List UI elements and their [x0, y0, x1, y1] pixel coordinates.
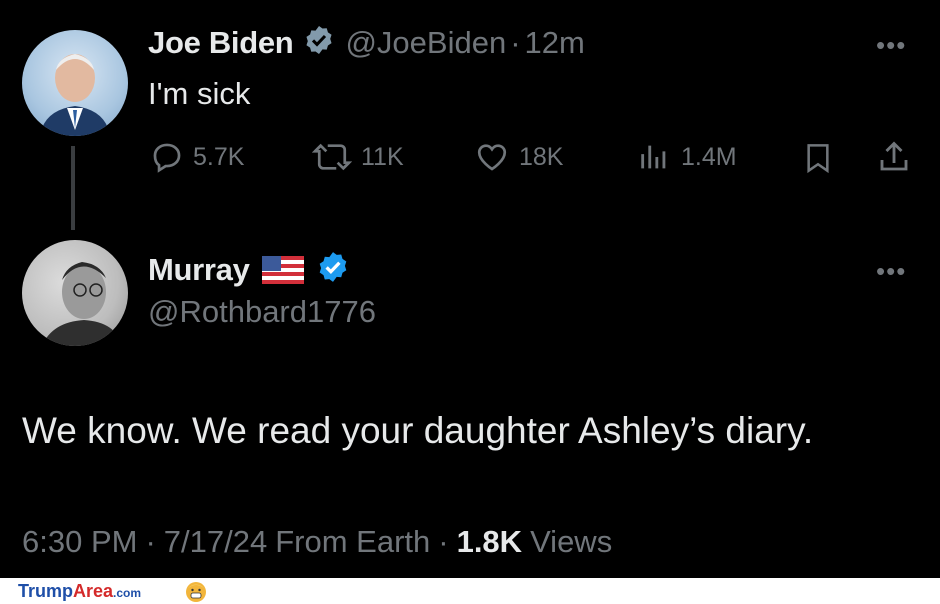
tweet1-author-name[interactable]: Joe Biden — [148, 25, 294, 61]
tweet2-time[interactable]: 6:30 PM — [22, 524, 137, 560]
verified-gray-badge-icon — [303, 24, 335, 61]
watermark-trump: Trump — [18, 581, 74, 601]
views-count: 1.4M — [681, 142, 737, 171]
like-count: 18K — [519, 142, 564, 171]
tweet1-header: Joe Biden @JoeBiden · 12m — [148, 24, 585, 61]
avatar-joe-biden[interactable] — [22, 30, 128, 136]
share-button[interactable] — [876, 138, 912, 181]
trump-face-icon — [186, 582, 206, 602]
avatar-murray-image — [42, 262, 122, 346]
tweet2-views-label: Views — [530, 524, 613, 559]
verified-blue-badge-icon — [316, 250, 350, 289]
meta-separator-1: · — [145, 524, 156, 559]
retweet-icon — [312, 143, 352, 171]
reply-count: 5.7K — [193, 142, 245, 171]
tweet1-time[interactable]: 12m — [525, 25, 585, 61]
views-button[interactable]: 1.4M — [636, 140, 737, 174]
tweet1-handle[interactable]: @JoeBiden — [345, 25, 506, 61]
retweet-button[interactable]: 11K — [312, 140, 404, 174]
watermark-area: Area — [73, 581, 114, 601]
reply-button[interactable]: 5.7K — [150, 140, 244, 174]
share-icon — [880, 141, 908, 171]
watermark-bar: TrumpArea.com — [0, 578, 940, 604]
watermark-logo[interactable]: TrumpArea.com — [18, 581, 141, 602]
meta-separator-2: · — [438, 524, 449, 559]
tweet2-views-count: 1.8K — [456, 524, 523, 559]
bookmark-button[interactable] — [802, 140, 834, 181]
analytics-icon — [641, 145, 666, 169]
us-flag-graphic — [261, 255, 304, 284]
tweet2-meta: 6:30 PM · 7/17/24 From Earth · 1.8K View… — [22, 524, 612, 560]
watermark-com: .com — [113, 586, 142, 600]
tweet2-source: From Earth — [275, 524, 431, 559]
reply-icon — [153, 143, 181, 173]
tweet2-handle[interactable]: @Rothbard1776 — [148, 294, 376, 330]
bookmark-icon — [807, 144, 829, 174]
thread-connector-line — [71, 146, 75, 230]
retweet-count: 11K — [361, 142, 404, 171]
tweet1-separator: · — [510, 24, 521, 60]
tweet2-author-name[interactable]: Murray — [148, 252, 250, 288]
tweet2-text: We know. We read your daughter Ashley’s … — [22, 410, 814, 451]
avatar-murray[interactable] — [22, 240, 128, 346]
tweet2-header: Murray 🇺🇸 — [148, 250, 350, 289]
tweet2-more-icon[interactable]: ••• — [876, 256, 906, 287]
tweet1-more-icon[interactable]: ••• — [876, 30, 906, 61]
like-button[interactable]: 18K — [474, 140, 563, 174]
tweet1-text: I'm sick — [148, 76, 251, 111]
avatar-joe-biden-image — [40, 54, 110, 136]
heart-icon — [477, 144, 507, 171]
tweet2-date[interactable]: 7/17/24 — [164, 524, 267, 560]
